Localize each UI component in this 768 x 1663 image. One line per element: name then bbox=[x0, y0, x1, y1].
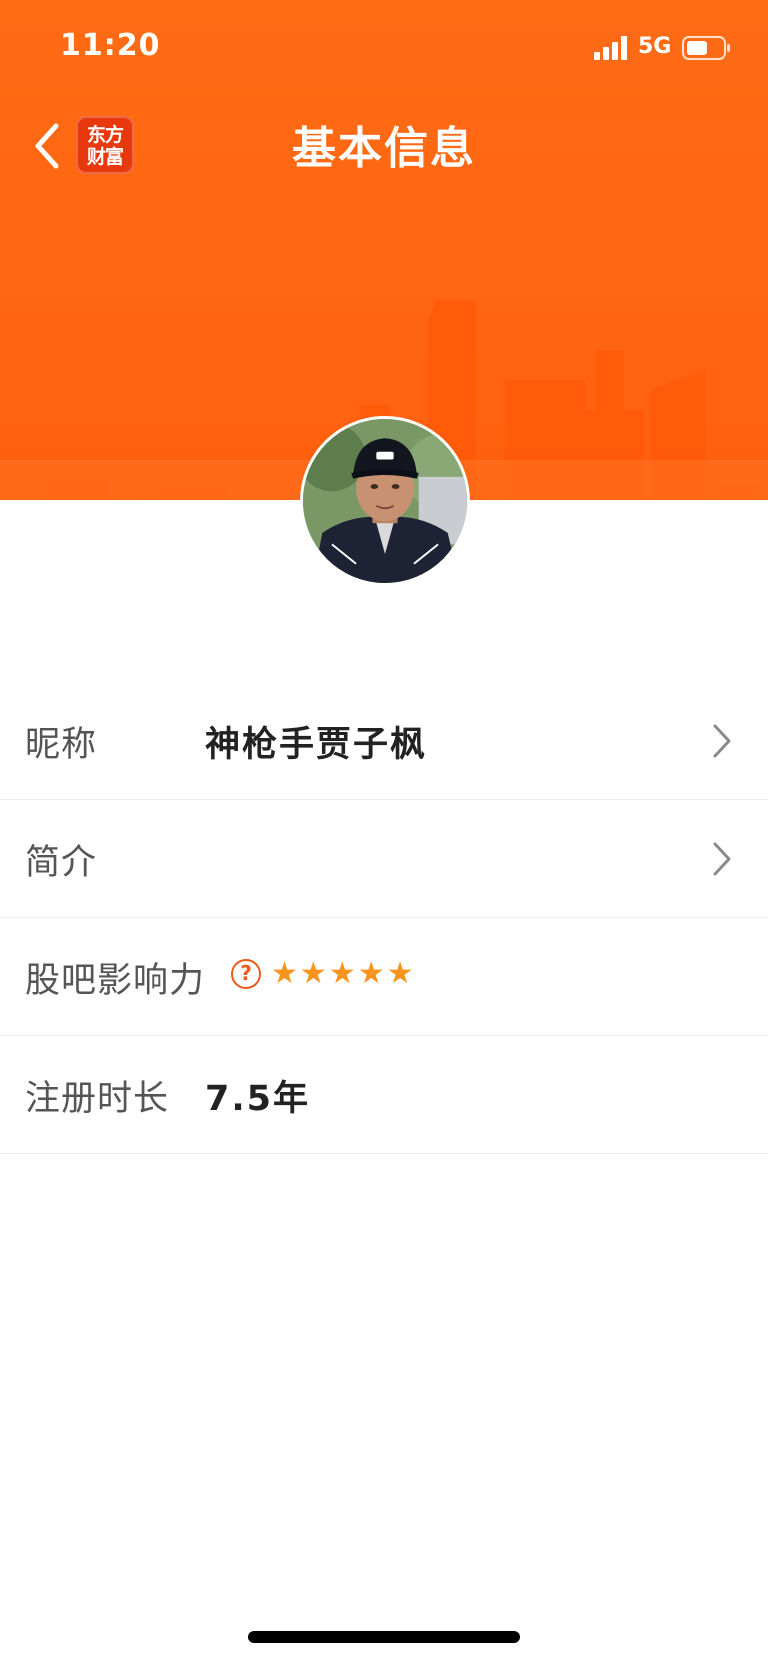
influence-row: 股吧影响力 ? ★ ★ ★ ★ ★ bbox=[0, 918, 768, 1036]
star-icon: ★ bbox=[328, 956, 356, 991]
star-icon: ★ bbox=[271, 956, 298, 991]
nickname-value: 神枪手贾子枫 bbox=[205, 725, 428, 765]
network-label: 5G bbox=[638, 34, 672, 59]
question-icon[interactable]: ? bbox=[231, 959, 261, 989]
bio-row[interactable]: 简介 bbox=[0, 800, 768, 918]
signal-icon bbox=[594, 36, 627, 60]
chevron-right-icon bbox=[713, 724, 731, 758]
influence-label: 股吧影响力 bbox=[25, 961, 206, 1001]
status-time: 11:20 bbox=[60, 28, 161, 63]
influence-stars: ★ ★ ★ ★ ★ bbox=[271, 956, 414, 992]
star-icon: ★ bbox=[299, 956, 327, 991]
registration-value: 7.5年 bbox=[205, 1079, 311, 1119]
page-title: 基本信息 bbox=[292, 123, 476, 174]
battery-icon bbox=[682, 36, 730, 60]
nickname-label: 昵称 bbox=[25, 725, 98, 765]
chevron-right-icon bbox=[713, 842, 731, 876]
bio-label: 简介 bbox=[25, 843, 98, 883]
avatar[interactable] bbox=[300, 416, 470, 586]
star-icon: ★ bbox=[386, 956, 414, 991]
status-bar: 11:20 5G bbox=[0, 0, 768, 100]
nickname-row[interactable]: 昵称 神枪手贾子枫 bbox=[0, 682, 768, 800]
registration-row: 注册时长 7.5年 bbox=[0, 1036, 768, 1154]
home-indicator[interactable] bbox=[248, 1631, 520, 1643]
avatar-photo bbox=[303, 419, 467, 583]
page: 11:20 5G 东方 财富 基本信息 昵称 神枪手贾子枫 简介 股吧影响力 ?… bbox=[0, 0, 768, 1663]
star-icon: ★ bbox=[357, 956, 385, 991]
info-list: 昵称 神枪手贾子枫 简介 股吧影响力 ? ★ ★ ★ ★ ★ 注册时长 7.5年 bbox=[0, 682, 768, 1154]
registration-label: 注册时长 bbox=[25, 1079, 170, 1119]
